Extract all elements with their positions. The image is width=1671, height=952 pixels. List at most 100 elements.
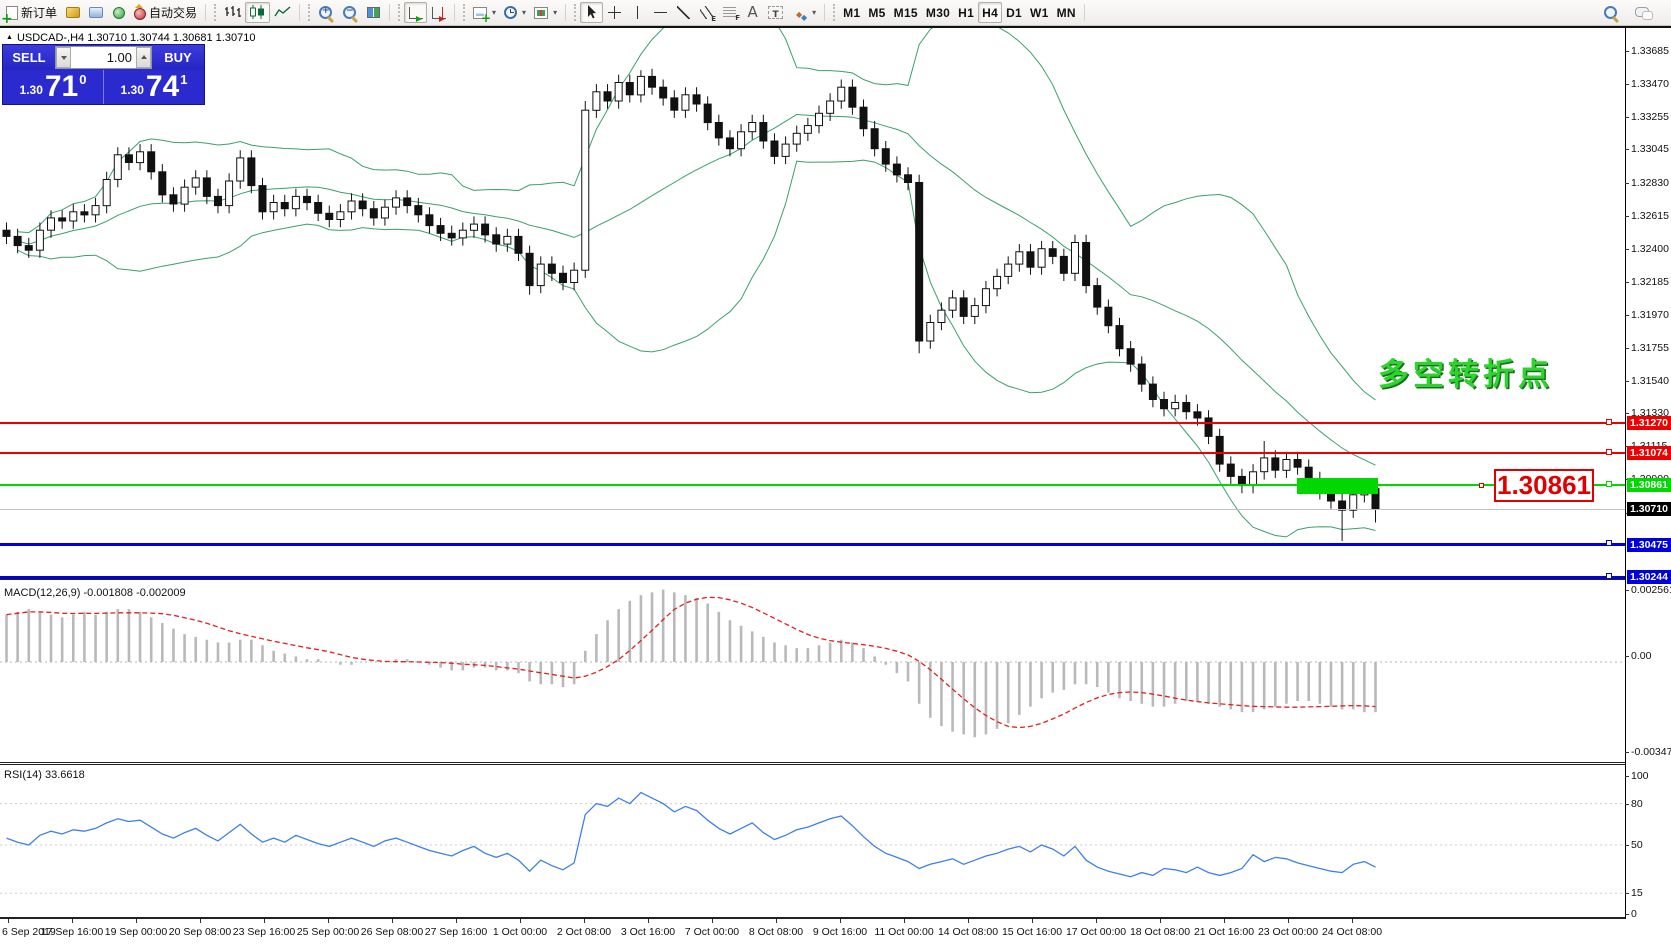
toolbar-grip <box>833 4 835 21</box>
candle <box>1161 400 1168 409</box>
arrows-button[interactable] <box>787 2 820 23</box>
bars-chart-button[interactable] <box>220 2 245 23</box>
time-tick-label[interactable]: 1 Oct 00:00 <box>493 926 547 938</box>
candle <box>927 323 934 342</box>
time-tick <box>904 919 905 923</box>
price-tick-label: 1.33045 <box>1631 143 1669 155</box>
blue-profile-icon <box>89 7 103 18</box>
time-tick <box>72 919 73 923</box>
buy-button[interactable]: BUY <box>152 45 204 70</box>
candle <box>626 83 633 95</box>
crosshair-button[interactable] <box>603 2 626 23</box>
navigator-button[interactable] <box>107 2 130 23</box>
candle <box>1016 252 1023 264</box>
volume-input[interactable] <box>71 47 136 68</box>
horizontal-level-line[interactable] <box>0 422 1625 424</box>
candles-chart-button[interactable] <box>245 2 270 23</box>
text-button[interactable] <box>741 2 764 23</box>
time-tick-label[interactable]: 19 Sep 00:00 <box>105 926 167 938</box>
time-tick-label[interactable]: 27 Sep 16:00 <box>425 926 487 938</box>
time-tick-label[interactable]: 23 Sep 16:00 <box>233 926 295 938</box>
candle <box>1027 252 1034 267</box>
horizontal-level-line[interactable] <box>0 543 1625 546</box>
search-button[interactable] <box>1599 2 1623 23</box>
chart-shift-button[interactable] <box>427 2 450 23</box>
macd-chart <box>0 583 1625 762</box>
time-tick-label[interactable]: 23 Oct 00:00 <box>1258 926 1318 938</box>
time-tick <box>1352 919 1353 923</box>
tf-m30[interactable]: M30 <box>922 2 954 23</box>
data-window-button[interactable] <box>84 2 107 23</box>
fibonacci-button[interactable] <box>718 2 741 23</box>
rsi-panel[interactable]: RSI(14) 33.6618 <box>0 765 1625 919</box>
toolbar-left: 新订单 自动交易 +− M1M5M15M30H1H4D1W1MN <box>2 2 1089 23</box>
new-order-button[interactable]: 新订单 <box>2 2 61 23</box>
horizontal-level-line[interactable] <box>0 452 1625 454</box>
candle <box>782 144 789 156</box>
time-tick-label[interactable]: 15 Oct 16:00 <box>1002 926 1062 938</box>
main-chart-panel[interactable]: 1.30861 多空转折点 ▲USDCAD-,H4 1.30710 1.3074… <box>0 28 1625 580</box>
tf-h1[interactable]: H1 <box>954 2 978 23</box>
time-tick-label[interactable]: 2 Oct 08:00 <box>557 926 611 938</box>
time-tick-label[interactable]: 20 Sep 08:00 <box>169 926 231 938</box>
trendline-button[interactable] <box>672 2 695 23</box>
cursor-button[interactable] <box>580 2 603 23</box>
text-label-button[interactable] <box>764 2 787 23</box>
time-tick <box>136 919 137 923</box>
tf-mn[interactable]: MN <box>1053 2 1080 23</box>
zoom-in-button[interactable]: + <box>314 2 338 23</box>
tf-w1[interactable]: W1 <box>1026 2 1053 23</box>
vertical-line-button[interactable] <box>626 2 649 23</box>
time-tick-label[interactable]: 3 Oct 16:00 <box>621 926 675 938</box>
time-tick-label[interactable]: 14 Oct 08:00 <box>938 926 998 938</box>
macd-panel[interactable]: MACD(12,26,9) -0.001808 -0.002009 <box>0 583 1625 765</box>
time-tick-label[interactable]: 17 Oct 00:00 <box>1066 926 1126 938</box>
tf-m15[interactable]: M15 <box>890 2 922 23</box>
feedback-button[interactable] <box>1631 2 1657 23</box>
collapse-triangle-icon[interactable]: ▲ <box>6 34 13 41</box>
tf-m1[interactable]: M1 <box>839 2 864 23</box>
candle <box>114 155 121 180</box>
horizontal-level-line[interactable] <box>0 576 1625 579</box>
chart-window-button[interactable] <box>61 2 84 23</box>
new-chart-button[interactable] <box>469 2 500 23</box>
tf-d1[interactable]: D1 <box>1002 2 1026 23</box>
period-selector-button[interactable] <box>500 2 530 23</box>
time-tick-label[interactable]: 25 Sep 00:00 <box>297 926 359 938</box>
tf-h4[interactable]: H4 <box>978 2 1002 23</box>
autotrade-button[interactable]: 自动交易 <box>130 2 201 23</box>
candle <box>1205 418 1212 437</box>
tile-windows-button[interactable] <box>362 2 385 23</box>
candle <box>148 152 155 172</box>
horizontal-line-button[interactable] <box>649 2 672 23</box>
channel-button[interactable] <box>695 2 718 23</box>
time-tick-label[interactable]: 11 Oct 00:00 <box>874 926 933 938</box>
buy-price[interactable]: 1.30 74 1 <box>104 70 204 104</box>
sell-button[interactable]: SELL <box>3 45 55 70</box>
candle <box>760 123 767 142</box>
candle <box>1105 307 1112 326</box>
price-tick-label: 1.33255 <box>1631 111 1669 123</box>
time-tick-label[interactable]: 8 Oct 08:00 <box>749 926 803 938</box>
price-axis[interactable]: 1.336851.334701.332551.330451.328301.326… <box>1625 28 1671 919</box>
toolbar-grip <box>398 4 400 21</box>
time-tick-label[interactable]: 9 Oct 16:00 <box>813 926 867 938</box>
autotrade-icon <box>134 8 146 20</box>
volume-increase-button[interactable] <box>136 47 151 68</box>
zoom-out-button[interactable]: − <box>338 2 362 23</box>
tf-m5[interactable]: M5 <box>864 2 889 23</box>
time-tick-label[interactable]: 7 Oct 00:00 <box>685 926 739 938</box>
time-tick-label[interactable]: 18 Oct 08:00 <box>1130 926 1190 938</box>
time-tick-label[interactable]: 24 Oct 08:00 <box>1322 926 1382 938</box>
candle <box>125 155 132 163</box>
template-button[interactable] <box>530 2 561 23</box>
time-tick-label[interactable]: 17 Sep 16:00 <box>41 926 103 938</box>
autoscroll-button[interactable] <box>404 2 427 23</box>
time-tick-label[interactable]: 21 Oct 16:00 <box>1194 926 1254 938</box>
line-chart-button[interactable] <box>270 2 295 23</box>
sell-price[interactable]: 1.30 71 0 <box>3 70 104 104</box>
candle <box>793 133 800 144</box>
horizontal-level-line[interactable] <box>0 484 1625 486</box>
time-tick-label[interactable]: 26 Sep 08:00 <box>361 926 423 938</box>
volume-decrease-button[interactable] <box>56 47 71 68</box>
